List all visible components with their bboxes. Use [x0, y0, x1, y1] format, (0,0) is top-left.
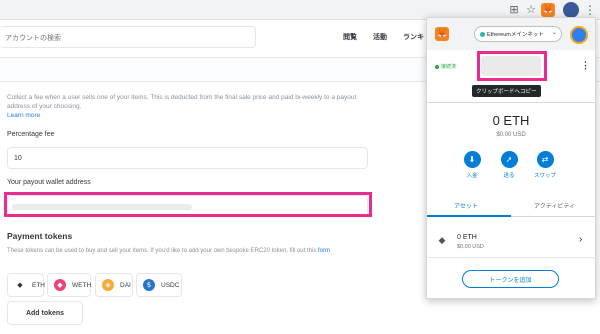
- asset-usd: $0.00 USD: [457, 244, 484, 250]
- token-chip-weth: ◆ WETH: [47, 273, 91, 297]
- payout-address-label: Your payout wallet address: [7, 179, 91, 186]
- arrow-up-right-icon: ➚: [500, 151, 518, 168]
- send-button[interactable]: ➚ 送る: [494, 151, 524, 179]
- asset-row-eth[interactable]: ◆ 0 ETH $0.00 USD ›: [427, 226, 595, 258]
- metamask-fox-icon[interactable]: 🦊: [541, 3, 555, 17]
- network-status-dot: [480, 32, 485, 37]
- metamask-header: 🦊 Ethereumメインネット ⌄: [427, 18, 595, 50]
- swap-label: スワップ: [533, 173, 556, 179]
- weth-icon: ◆: [54, 279, 66, 291]
- add-token-button[interactable]: トークンを追加: [462, 270, 559, 288]
- swap-icon: ⇄: [536, 151, 554, 168]
- connected-dot-icon: [435, 64, 439, 69]
- metamask-popup: 🦊 Ethereumメインネット ⌄ 接続済 ⋮ クリップボードへコピー 0 E…: [426, 17, 596, 299]
- nav-activity[interactable]: 活動: [373, 32, 387, 42]
- star-icon[interactable]: ☆: [524, 3, 538, 17]
- token-label: USDC: [161, 282, 180, 289]
- token-chip-usdc: $ USDC: [136, 273, 182, 297]
- metamask-tabs: アセット アクティビティ: [427, 195, 595, 217]
- divider: [427, 102, 595, 103]
- chevron-down-icon: ⌄: [551, 30, 557, 36]
- search-input[interactable]: [0, 28, 240, 49]
- browser-menu-icon[interactable]: ⋮: [584, 2, 596, 18]
- connection-status[interactable]: 接続済: [435, 63, 456, 70]
- profile-avatar[interactable]: [563, 2, 579, 18]
- nav-rankings[interactable]: ランキ: [403, 32, 424, 42]
- active-tab-indicator: [427, 215, 511, 217]
- deposit-label: 入金: [466, 173, 478, 179]
- translate-icon[interactable]: ⊞: [507, 3, 521, 17]
- search-box: [0, 26, 256, 49]
- fee-description: Collect a fee when a user sells one of y…: [7, 93, 369, 120]
- chevron-right-icon: ›: [579, 234, 583, 245]
- download-icon: ⬇: [463, 151, 481, 168]
- usdc-icon: $: [143, 279, 155, 291]
- network-label: Ethereumメインネット: [487, 32, 544, 38]
- usd-balance: $0.00 USD: [496, 132, 526, 138]
- highlight-payout-address: [4, 192, 372, 217]
- metamask-logo-icon: 🦊: [435, 27, 449, 41]
- token-chip-dai: ◈ DAI: [95, 273, 133, 297]
- eth-balance: 0 ETH: [492, 113, 530, 128]
- payment-tokens-title: Payment tokens: [7, 231, 73, 241]
- asset-name: 0 ETH: [457, 234, 477, 241]
- copy-tooltip: クリップボードへコピー: [472, 85, 541, 97]
- account-avatar-icon[interactable]: [570, 26, 588, 44]
- token-chip-eth: ◆ ETH: [7, 273, 45, 297]
- learn-more-link[interactable]: Learn more: [7, 112, 40, 119]
- dai-icon: ◈: [102, 279, 114, 291]
- payment-tokens-text: These tokens can be used to buy and sell…: [7, 248, 317, 254]
- highlight-account-name: [477, 51, 547, 81]
- payment-tokens-description: These tokens can be used to buy and sell…: [7, 247, 365, 256]
- token-label: DAI: [120, 282, 131, 289]
- percentage-fee-input[interactable]: [7, 147, 368, 169]
- send-label: 送る: [503, 173, 515, 179]
- eth-icon: ◆: [438, 236, 446, 246]
- swap-button[interactable]: ⇄ スワップ: [530, 151, 560, 179]
- connection-label: 接続済: [441, 64, 457, 70]
- add-tokens-button[interactable]: Add tokens: [7, 301, 83, 325]
- tab-activity[interactable]: アクティビティ: [534, 201, 575, 210]
- more-options-icon[interactable]: ⋮: [581, 60, 590, 71]
- token-label: WETH: [72, 282, 92, 289]
- deposit-button[interactable]: ⬇ 入金: [457, 151, 487, 179]
- token-label: ETH: [32, 282, 45, 289]
- token-form-link[interactable]: form: [318, 248, 330, 254]
- fee-description-text: Collect a fee when a user sells one of y…: [7, 94, 357, 110]
- tab-assets[interactable]: アセット: [454, 201, 478, 210]
- network-selector[interactable]: Ethereumメインネット ⌄: [474, 26, 562, 42]
- percentage-fee-label: Percentage fee: [7, 131, 55, 138]
- nav-browse[interactable]: 閲覧: [343, 32, 357, 42]
- eth-icon: ◆: [14, 279, 26, 291]
